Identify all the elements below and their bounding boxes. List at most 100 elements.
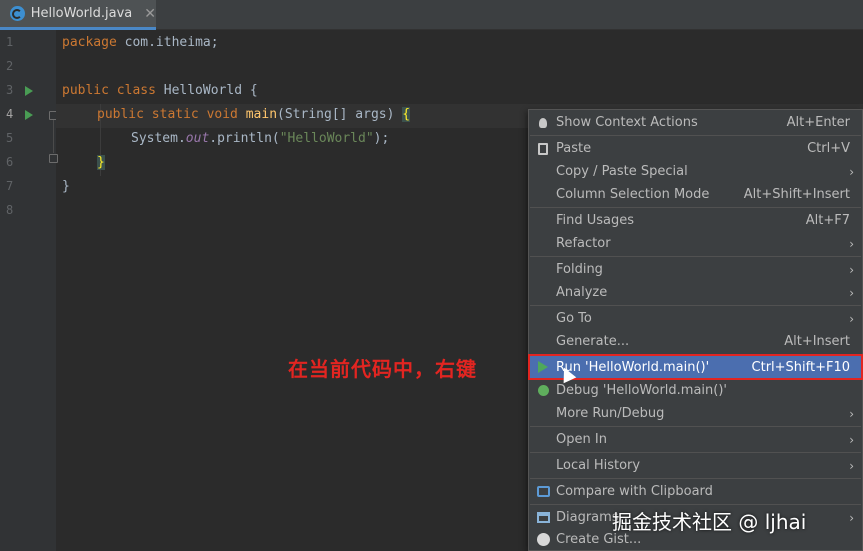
menu-shortcut: Alt+Insert: [784, 334, 850, 349]
menu-label: Column Selection Mode: [556, 187, 710, 202]
menu-shortcut: Alt+F7: [805, 213, 850, 228]
keyword: package: [62, 35, 117, 50]
menu-label: Debug 'HelloWorld.main()': [556, 383, 727, 398]
debug-icon: [536, 384, 550, 398]
editor-tab-bar: HelloWorld.java ✕: [0, 0, 863, 30]
menu-label: More Run/Debug: [556, 406, 665, 421]
menu-label: Analyze: [556, 285, 608, 300]
menu-item-paste[interactable]: Paste Ctrl+V: [529, 137, 862, 160]
line-number: 5: [6, 131, 14, 145]
menu-item-find-usages[interactable]: Find Usages Alt+F7: [529, 209, 862, 232]
menu-item-column-selection-mode[interactable]: Column Selection Mode Alt+Shift+Insert: [529, 183, 862, 206]
menu-item-go-to[interactable]: Go To ›: [529, 307, 862, 330]
run-icon: [536, 360, 550, 374]
menu-shortcut: Ctrl+V: [807, 141, 850, 156]
menu-item-show-context-actions[interactable]: Show Context Actions Alt+Enter: [529, 111, 862, 134]
tab-label: HelloWorld.java: [30, 6, 133, 21]
menu-label: Go To: [556, 311, 592, 326]
submenu-arrow-icon: ›: [849, 458, 854, 473]
menu-item-refactor[interactable]: Refactor ›: [529, 232, 862, 255]
string-literal: "HelloWorld": [279, 131, 374, 146]
line-number: 1: [6, 35, 14, 49]
menu-separator: [530, 256, 861, 257]
submenu-arrow-icon: ›: [849, 406, 854, 421]
tab-helloworld-java[interactable]: HelloWorld.java ✕: [0, 0, 156, 30]
menu-separator: [530, 504, 861, 505]
menu-shortcut: Alt+Shift+Insert: [743, 187, 850, 202]
menu-label: Refactor: [556, 236, 611, 251]
code-line-4: public static void main(String[] args) {: [97, 103, 411, 127]
github-icon: [536, 533, 550, 547]
menu-item-run-main[interactable]: Run 'HelloWorld.main()' Ctrl+Shift+F10: [528, 354, 863, 380]
run-class-icon[interactable]: [25, 86, 33, 96]
line-number: 8: [6, 203, 14, 217]
menu-separator: [530, 426, 861, 427]
menu-label: Compare with Clipboard: [556, 484, 713, 499]
menu-item-local-history[interactable]: Local History ›: [529, 454, 862, 477]
line-number: 2: [6, 59, 14, 73]
clipboard-icon: [536, 142, 550, 156]
menu-item-open-in[interactable]: Open In ›: [529, 428, 862, 451]
code-text: HelloWorld {: [155, 83, 258, 98]
menu-label: Folding: [556, 262, 603, 277]
line-number: 6: [6, 155, 14, 169]
submenu-arrow-icon: ›: [849, 236, 854, 251]
menu-shortcut: Alt+Enter: [786, 115, 850, 130]
menu-label: Diagrams: [556, 510, 619, 525]
submenu-arrow-icon: ›: [849, 262, 854, 277]
keyword: public class: [62, 83, 156, 98]
menu-label: Local History: [556, 458, 641, 473]
menu-shortcut: Ctrl+Shift+F10: [751, 359, 850, 375]
submenu-arrow-icon: ›: [849, 164, 854, 179]
watermark: 掘金技术社区 @ ljhai: [612, 510, 807, 534]
menu-item-more-run-debug[interactable]: More Run/Debug ›: [529, 402, 862, 425]
code-line-3: public class HelloWorld {: [62, 79, 258, 103]
menu-label: Find Usages: [556, 213, 635, 228]
menu-item-compare-with-clipboard[interactable]: Compare with Clipboard: [529, 480, 862, 503]
menu-item-generate[interactable]: Generate... Alt+Insert: [529, 330, 862, 353]
matched-brace: {: [402, 107, 411, 122]
java-class-icon: [10, 6, 25, 21]
line-number: 4: [6, 107, 14, 121]
menu-label: Paste: [556, 141, 592, 156]
menu-separator: [530, 478, 861, 479]
menu-label: Open In: [556, 432, 607, 447]
line-number: 3: [6, 83, 14, 97]
submenu-arrow-icon: ›: [849, 311, 854, 326]
menu-label: Run 'HelloWorld.main()': [556, 359, 710, 375]
close-icon[interactable]: ✕: [144, 6, 156, 22]
context-menu: Show Context Actions Alt+Enter Paste Ctr…: [528, 109, 863, 551]
keyword: public static void: [97, 107, 238, 122]
code-text: );: [373, 131, 390, 146]
menu-label: Generate...: [556, 334, 630, 349]
submenu-arrow-icon: ›: [849, 285, 854, 300]
code-line-5: System.out.println("HelloWorld");: [131, 127, 389, 151]
menu-separator: [530, 452, 861, 453]
method-name: main: [245, 107, 278, 122]
code-line-1: package com.itheima;: [62, 31, 219, 55]
menu-label: Show Context Actions: [556, 115, 698, 130]
code-text: }: [62, 179, 70, 194]
annotation-text: 在当前代码中，右键: [288, 357, 477, 381]
menu-item-debug-main[interactable]: Debug 'HelloWorld.main()': [529, 379, 862, 402]
menu-separator: [530, 135, 861, 136]
menu-separator: [530, 305, 861, 306]
diagram-icon: [536, 511, 550, 525]
menu-item-folding[interactable]: Folding ›: [529, 258, 862, 281]
code-line-6: }: [97, 151, 105, 175]
bulb-icon: [536, 116, 550, 130]
code-text: System.: [131, 131, 186, 146]
submenu-arrow-icon: ›: [849, 510, 854, 525]
menu-item-copy-paste-special[interactable]: Copy / Paste Special ›: [529, 160, 862, 183]
code-text: com.itheima;: [116, 35, 219, 50]
run-main-icon[interactable]: [25, 110, 33, 120]
menu-item-analyze[interactable]: Analyze ›: [529, 281, 862, 304]
static-field: out: [185, 131, 210, 146]
matched-brace: }: [97, 155, 105, 170]
code-text: .println(: [209, 131, 280, 146]
submenu-arrow-icon: ›: [849, 432, 854, 447]
menu-separator: [530, 207, 861, 208]
code-text: (String[] args): [277, 107, 403, 122]
line-gutter: 1 2 3 4 5 6 7 8: [0, 30, 58, 551]
fold-guide: [53, 120, 54, 153]
